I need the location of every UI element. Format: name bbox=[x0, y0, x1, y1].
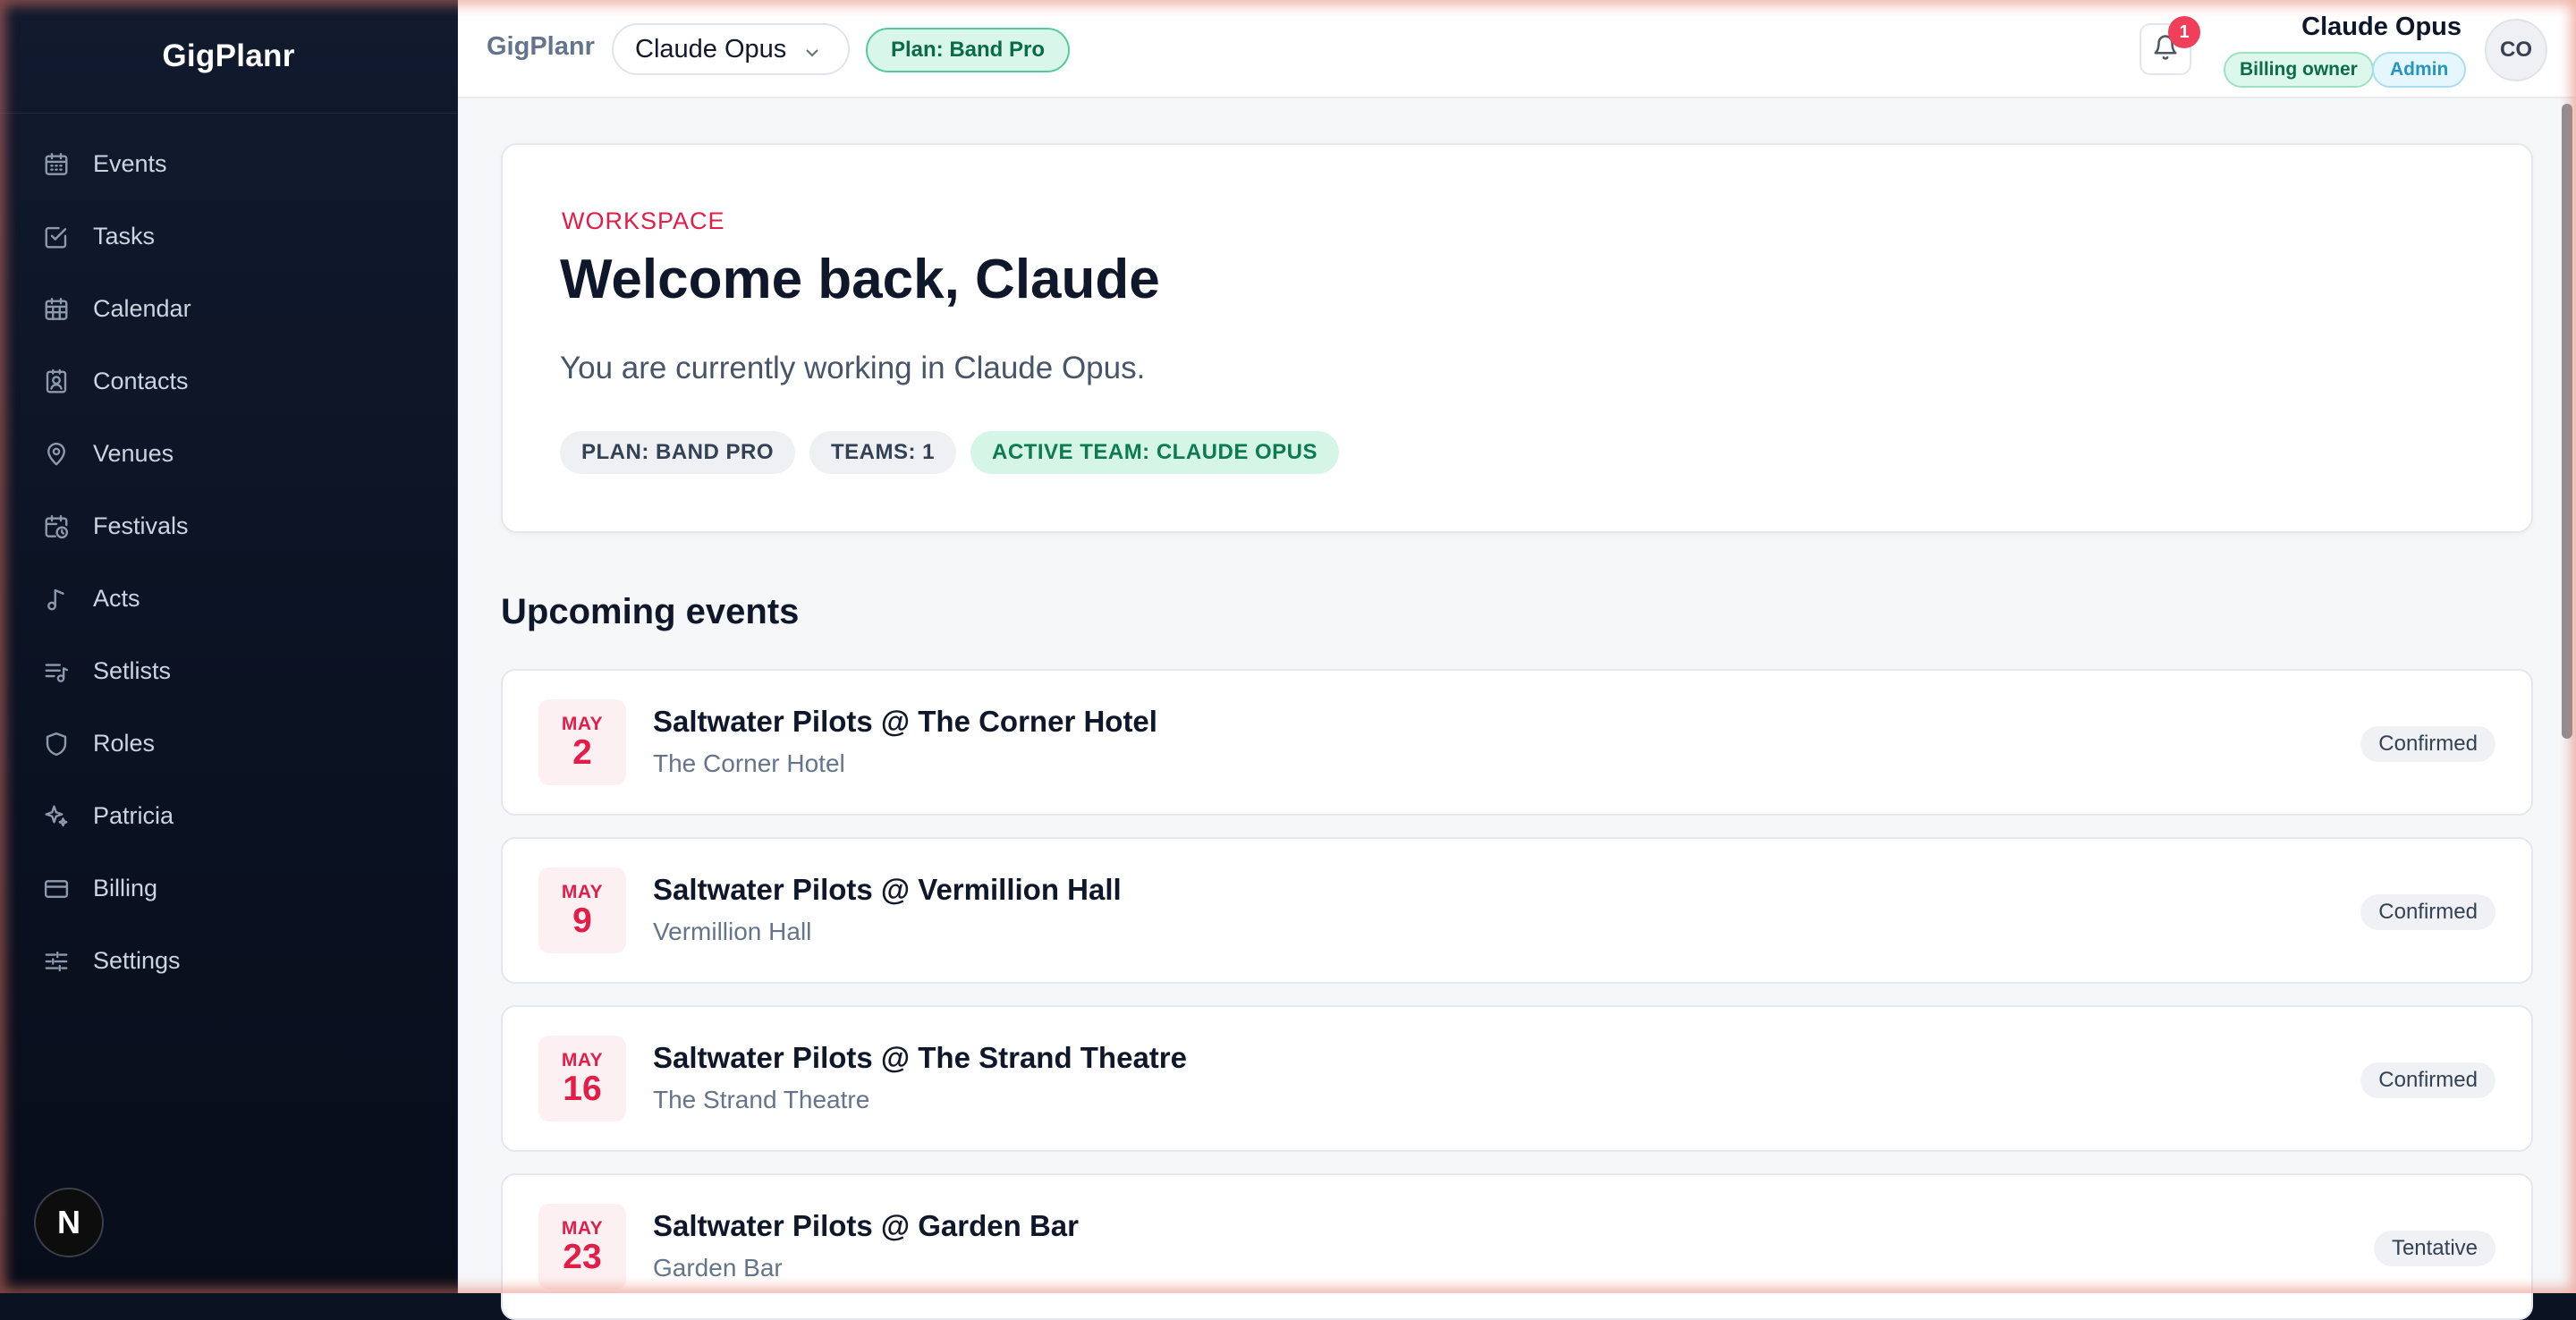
sidebar-item-label: Setlists bbox=[93, 657, 172, 684]
sidebar-item-label: Settings bbox=[93, 947, 181, 974]
event-title: Saltwater Pilots @ Vermillion Hall bbox=[653, 873, 1122, 906]
event-month: MAY bbox=[561, 1218, 604, 1239]
upcoming-events-title: Upcoming events bbox=[501, 592, 800, 631]
workspace-chips: PLAN: BAND PRO TEAMS: 1 ACTIVE TEAM: CLA… bbox=[560, 431, 1340, 474]
workspace-select-value: Claude Opus bbox=[635, 34, 787, 63]
sidebar-item-label: Billing bbox=[93, 875, 158, 901]
sidebar-item-events[interactable]: Events bbox=[0, 128, 457, 200]
sidebar: GigPlanr Events Tasks Calendar Contacts … bbox=[0, 0, 458, 1293]
event-date: MAY 16 bbox=[538, 1036, 626, 1121]
sidebar-nav: Events Tasks Calendar Contacts Venues Fe… bbox=[0, 114, 457, 997]
notification-count-badge: 1 bbox=[2168, 16, 2200, 48]
status-badge: Confirmed bbox=[2360, 1062, 2496, 1098]
event-card[interactable]: MAY 23 Saltwater Pilots @ Garden Bar Gar… bbox=[501, 1173, 2533, 1320]
active-team-chip: ACTIVE TEAM: CLAUDE OPUS bbox=[970, 431, 1340, 474]
sparkles-icon bbox=[43, 803, 70, 830]
event-day: 16 bbox=[563, 1070, 602, 1108]
sidebar-item-tasks[interactable]: Tasks bbox=[0, 200, 457, 273]
event-card[interactable]: MAY 16 Saltwater Pilots @ The Strand The… bbox=[501, 1005, 2533, 1152]
checkbox-icon bbox=[43, 224, 70, 250]
welcome-eyebrow: WORKSPACE bbox=[562, 207, 725, 234]
welcome-card: WORKSPACE Welcome back, Claude You are c… bbox=[501, 143, 2533, 533]
event-month: MAY bbox=[561, 714, 604, 734]
contact-card-icon bbox=[43, 368, 70, 395]
music-note-icon bbox=[43, 586, 70, 613]
event-card[interactable]: MAY 9 Saltwater Pilots @ Vermillion Hall… bbox=[501, 837, 2533, 984]
sidebar-item-label: Events bbox=[93, 150, 167, 177]
event-date: MAY 9 bbox=[538, 867, 626, 953]
sidebar-item-venues[interactable]: Venues bbox=[0, 418, 457, 490]
event-venue: Vermillion Hall bbox=[653, 918, 812, 945]
list-music-icon bbox=[43, 658, 70, 685]
event-date: MAY 2 bbox=[538, 699, 626, 785]
plan-chip: PLAN: BAND PRO bbox=[560, 431, 795, 474]
status-badge: Confirmed bbox=[2360, 726, 2496, 762]
calendar-clock-icon bbox=[43, 513, 70, 540]
topbar: GigPlanr Claude Opus Plan: Band Pro 1 Cl… bbox=[458, 0, 2576, 98]
event-month: MAY bbox=[561, 1050, 604, 1070]
event-day: 2 bbox=[572, 733, 592, 772]
avatar[interactable]: CO bbox=[2485, 19, 2547, 81]
sidebar-item-label: Patricia bbox=[93, 802, 174, 829]
sliders-icon bbox=[43, 948, 70, 975]
calendar-grid-icon bbox=[43, 296, 70, 323]
sidebar-item-patricia[interactable]: Patricia bbox=[0, 780, 457, 852]
status-badge: Tentative bbox=[2373, 1231, 2496, 1266]
event-venue: Garden Bar bbox=[653, 1254, 783, 1282]
shield-icon bbox=[43, 731, 70, 757]
main-area: GigPlanr Claude Opus Plan: Band Pro 1 Cl… bbox=[458, 0, 2576, 1320]
map-pin-icon bbox=[43, 441, 70, 468]
calendar-icon bbox=[43, 151, 70, 178]
sidebar-item-settings[interactable]: Settings bbox=[0, 925, 457, 997]
sidebar-item-label: Festivals bbox=[93, 512, 189, 539]
event-venue: The Strand Theatre bbox=[653, 1086, 870, 1113]
sidebar-item-setlists[interactable]: Setlists bbox=[0, 635, 457, 707]
sidebar-item-billing[interactable]: Billing bbox=[0, 852, 457, 925]
scrollbar[interactable] bbox=[2562, 104, 2572, 739]
credit-card-icon bbox=[43, 876, 70, 902]
sidebar-brand[interactable]: GigPlanr bbox=[0, 0, 457, 114]
topbar-brand[interactable]: GigPlanr bbox=[487, 32, 595, 62]
sidebar-item-label: Calendar bbox=[93, 295, 191, 322]
event-card[interactable]: MAY 2 Saltwater Pilots @ The Corner Hote… bbox=[501, 669, 2533, 816]
sidebar-item-contacts[interactable]: Contacts bbox=[0, 345, 457, 418]
sidebar-item-label: Venues bbox=[93, 440, 174, 467]
teams-chip: TEAMS: 1 bbox=[809, 431, 957, 474]
chevron-down-icon bbox=[801, 41, 823, 71]
event-day: 23 bbox=[563, 1238, 602, 1276]
sidebar-item-label: Roles bbox=[93, 730, 156, 757]
welcome-subtitle: You are currently working in Claude Opus… bbox=[560, 351, 1146, 385]
event-day: 9 bbox=[572, 901, 592, 940]
event-title: Saltwater Pilots @ The Strand Theatre bbox=[653, 1041, 1187, 1074]
page-title: Welcome back, Claude bbox=[560, 249, 1160, 310]
workspace-select[interactable]: Claude Opus bbox=[612, 23, 850, 75]
sidebar-item-acts[interactable]: Acts bbox=[0, 563, 457, 635]
role-badge-billing-owner: Billing owner bbox=[2224, 52, 2374, 88]
status-badge: Confirmed bbox=[2360, 894, 2496, 930]
event-title: Saltwater Pilots @ The Corner Hotel bbox=[653, 705, 1157, 738]
sidebar-item-calendar[interactable]: Calendar bbox=[0, 273, 457, 345]
event-venue: The Corner Hotel bbox=[653, 749, 845, 777]
sidebar-item-label: Tasks bbox=[93, 223, 156, 250]
sidebar-item-label: Contacts bbox=[93, 368, 189, 394]
event-title: Saltwater Pilots @ Garden Bar bbox=[653, 1209, 1079, 1242]
event-month: MAY bbox=[561, 882, 604, 902]
event-date: MAY 23 bbox=[538, 1204, 626, 1290]
sidebar-item-roles[interactable]: Roles bbox=[0, 707, 457, 780]
plan-badge: Plan: Band Pro bbox=[866, 28, 1071, 72]
sidebar-item-label: Acts bbox=[93, 585, 140, 612]
dev-tools-badge[interactable]: N bbox=[34, 1188, 104, 1257]
role-badge-admin: Admin bbox=[2372, 52, 2467, 88]
sidebar-item-festivals[interactable]: Festivals bbox=[0, 490, 457, 563]
user-name: Claude Opus bbox=[2301, 13, 2462, 41]
